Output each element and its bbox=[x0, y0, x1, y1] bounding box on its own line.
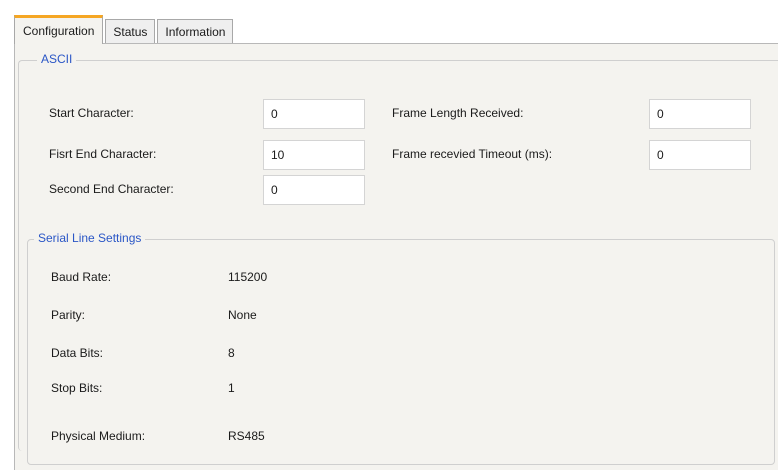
first-end-character-label: Fisrt End Character: bbox=[49, 147, 157, 161]
tab-bar: Configuration Status Information bbox=[14, 15, 235, 44]
ascii-group-title: ASCII bbox=[37, 52, 77, 66]
data-bits-value: 8 bbox=[228, 346, 235, 360]
start-character-label: Start Character: bbox=[49, 106, 134, 120]
configuration-panel: ASCII Start Character: Fisrt End Charact… bbox=[14, 43, 778, 470]
parity-label: Parity: bbox=[51, 308, 86, 322]
data-bits-label: Data Bits: bbox=[51, 346, 104, 360]
physical-medium-value: RS485 bbox=[228, 429, 265, 443]
tab-status[interactable]: Status bbox=[105, 19, 156, 44]
baud-rate-value: 115200 bbox=[228, 270, 268, 284]
tab-information[interactable]: Information bbox=[157, 19, 234, 44]
frame-received-timeout-label: Frame recevied Timeout (ms): bbox=[392, 147, 553, 161]
serial-line-settings-title: Serial Line Settings bbox=[34, 231, 146, 245]
first-end-character-input[interactable] bbox=[263, 140, 365, 170]
stop-bits-label: Stop Bits: bbox=[51, 381, 103, 395]
tab-configuration[interactable]: Configuration bbox=[14, 15, 104, 44]
stop-bits-value: 1 bbox=[228, 381, 235, 395]
second-end-character-label: Second End Character: bbox=[49, 182, 174, 196]
frame-received-timeout-input[interactable] bbox=[649, 140, 751, 170]
parity-value: None bbox=[228, 308, 257, 322]
second-end-character-input[interactable] bbox=[263, 175, 365, 205]
baud-rate-label: Baud Rate: bbox=[51, 270, 112, 284]
physical-medium-label: Physical Medium: bbox=[51, 429, 146, 443]
frame-length-received-label: Frame Length Received: bbox=[392, 106, 524, 120]
start-character-input[interactable] bbox=[263, 99, 365, 129]
frame-length-received-input[interactable] bbox=[649, 99, 751, 129]
